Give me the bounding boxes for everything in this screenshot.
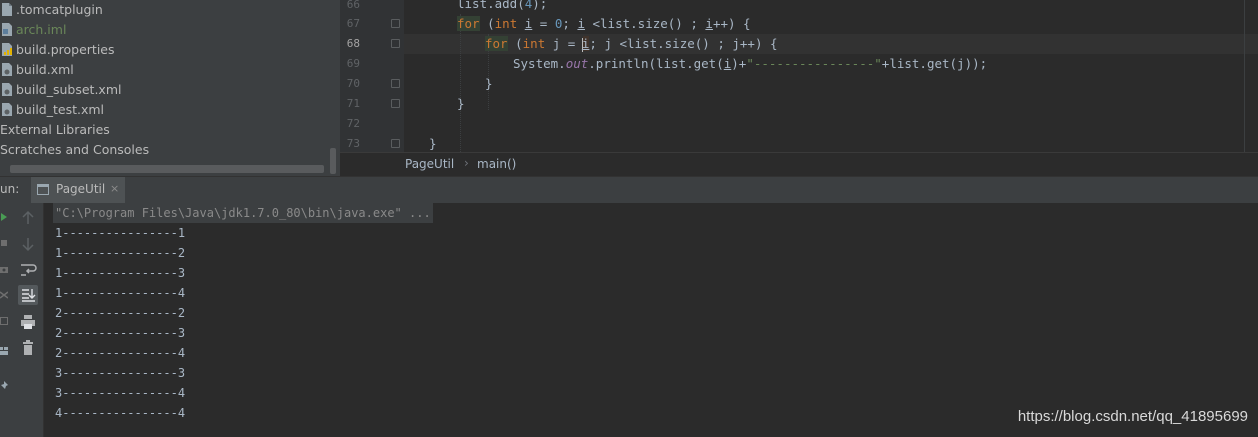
console-output-line: 2----------------4 — [55, 346, 186, 360]
soft-wrap-icon[interactable] — [18, 260, 38, 280]
properties-file-icon — [2, 43, 12, 56]
print-icon[interactable] — [18, 312, 38, 332]
tab-pageutil[interactable]: PageUtil × — [31, 177, 125, 203]
code-line-73: } — [429, 136, 437, 151]
up-arrow-icon[interactable] — [18, 208, 38, 228]
console-output[interactable]: "C:\Program Files\Java\jdk1.7.0_80\bin\j… — [44, 203, 1258, 437]
code-line-68: for (int j = i; j <list.size() ; j++) { — [485, 36, 778, 52]
tree-item-label: arch.iml — [16, 22, 67, 37]
console-command-line[interactable]: "C:\Program Files\Java\jdk1.7.0_80\bin\j… — [53, 203, 433, 223]
layout-icon[interactable] — [0, 346, 8, 356]
stop-icon[interactable] — [0, 238, 8, 248]
project-tree-panel: .tomcatplugin arch.iml build.properties … — [0, 0, 340, 176]
code-line-66: list.add(4); — [457, 0, 548, 11]
scroll-to-end-icon[interactable] — [18, 285, 38, 305]
run-label: un: — [0, 182, 20, 196]
run-side-strip — [0, 203, 11, 437]
ant-xml-icon — [2, 103, 12, 116]
console-output-line: 1----------------1 — [55, 226, 186, 240]
down-arrow-icon[interactable] — [18, 234, 38, 254]
line-number: 69 — [346, 57, 360, 70]
iml-module-icon — [2, 23, 12, 36]
line-number: 72 — [346, 117, 360, 130]
tree-item-label: build.properties — [16, 42, 115, 57]
ant-xml-icon — [2, 63, 12, 76]
trash-icon[interactable] — [18, 338, 38, 358]
watermark: https://blog.csdn.net/qq_41895699 — [1017, 408, 1248, 425]
settings-icon[interactable] — [0, 290, 8, 300]
run-tool-window-header: un: PageUtil × — [0, 176, 1258, 203]
ant-xml-icon — [2, 83, 12, 96]
console-output-line: 4----------------4 — [55, 406, 186, 420]
tree-item-label: build_subset.xml — [16, 82, 122, 97]
fold-marker-icon[interactable] — [391, 39, 400, 48]
console-output-line: 3----------------3 — [55, 366, 186, 380]
run-toolbar — [11, 203, 44, 437]
file-icon — [2, 3, 12, 16]
line-number: 71 — [346, 97, 360, 110]
fold-marker-icon[interactable] — [391, 139, 400, 148]
fold-marker-icon[interactable] — [391, 79, 400, 88]
line-number: 70 — [346, 77, 360, 90]
breadcrumb-class[interactable]: PageUtil — [405, 157, 454, 171]
line-number: 73 — [346, 137, 360, 150]
console-output-line: 1----------------2 — [55, 246, 186, 260]
close-icon[interactable]: × — [110, 182, 119, 195]
tree-item-label: Scratches and Consoles — [0, 142, 150, 157]
restore-layout-icon[interactable] — [0, 316, 8, 326]
console-icon — [37, 184, 49, 195]
breadcrumb: PageUtil › main() — [340, 152, 1258, 176]
pin-icon[interactable] — [0, 380, 8, 390]
console-output-line: 1----------------3 — [55, 266, 186, 280]
console-output-line: 2----------------3 — [55, 326, 186, 340]
indent-guide — [460, 14, 461, 152]
tree-item-label: External Libraries — [0, 122, 110, 137]
camera-icon[interactable] — [0, 264, 8, 274]
code-line-67: for (int i = 0; i <list.size() ; i++) { — [457, 16, 751, 31]
rerun-icon[interactable] — [0, 212, 8, 222]
vertical-scrollbar[interactable] — [330, 148, 336, 174]
console-output-line: 1----------------4 — [55, 286, 186, 300]
console-output-line: 3----------------4 — [55, 386, 186, 400]
breadcrumb-separator: › — [464, 156, 469, 170]
line-number-current: 68 — [346, 37, 360, 50]
code-editor[interactable]: 66 67 68 69 70 71 72 73 list.add(4); for… — [340, 0, 1258, 152]
line-number: 66 — [346, 0, 360, 11]
fold-marker-icon[interactable] — [391, 99, 400, 108]
tree-item-label: .tomcatplugin — [16, 2, 103, 17]
editor-right-margin — [1244, 0, 1245, 152]
tab-label: PageUtil — [56, 182, 106, 196]
code-line-69: System.out.println(list.get(i)+"--------… — [513, 56, 988, 71]
breadcrumb-method[interactable]: main() — [477, 157, 516, 171]
tree-item-label: build.xml — [16, 62, 74, 77]
console-output-line: 2----------------2 — [55, 306, 186, 320]
fold-marker-icon[interactable] — [391, 19, 400, 28]
line-number: 67 — [346, 17, 360, 30]
tree-item-label: build_test.xml — [16, 102, 105, 117]
horizontal-scrollbar[interactable] — [10, 165, 324, 173]
code-line-71: } — [457, 96, 465, 111]
code-line-70: } — [485, 76, 493, 91]
editor-gutter: 66 67 68 69 70 71 72 73 — [340, 0, 404, 152]
